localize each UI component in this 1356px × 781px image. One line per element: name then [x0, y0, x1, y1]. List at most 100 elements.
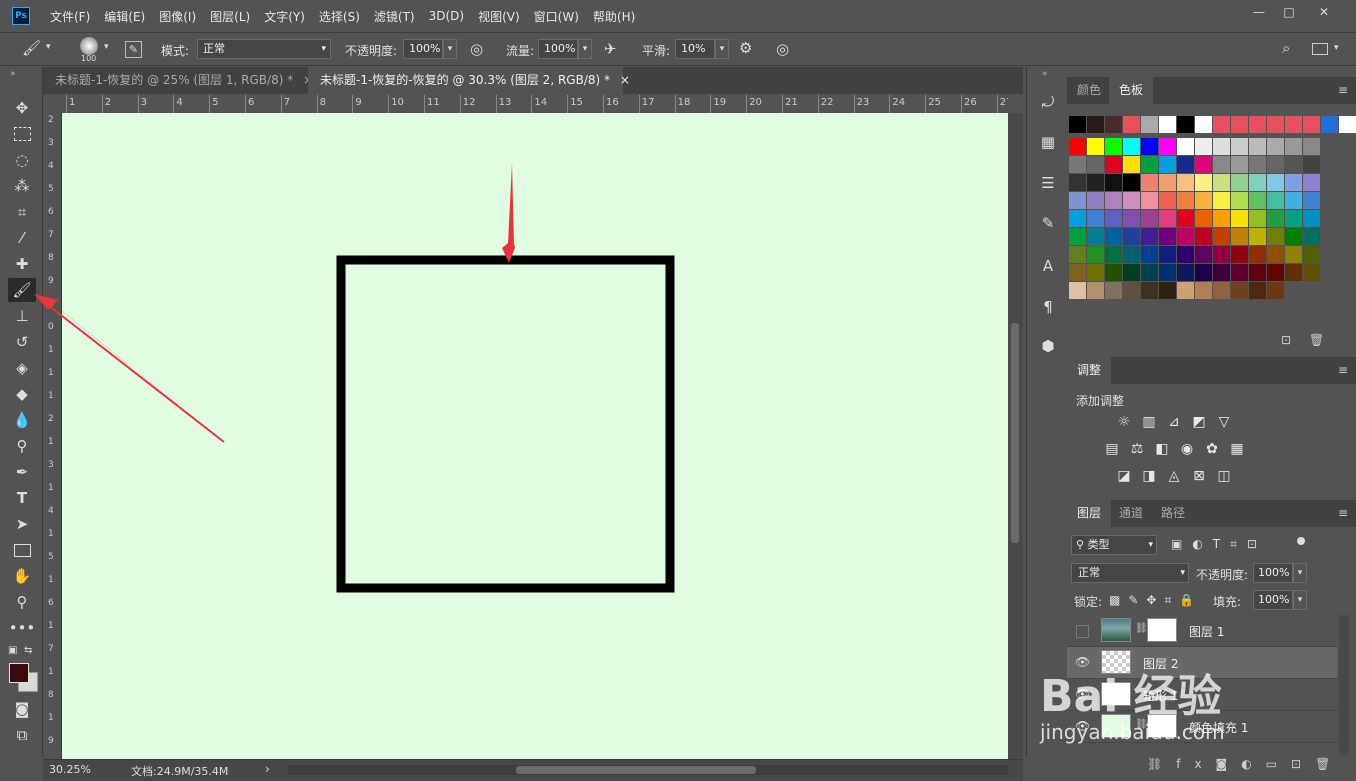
gradient-map-icon[interactable]: ◫: [1213, 468, 1235, 488]
color-swatch[interactable]: [1195, 210, 1212, 227]
color-swatch[interactable]: [1213, 192, 1230, 209]
3d-icon[interactable]: ⬢: [1037, 335, 1059, 357]
opacity-input[interactable]: 100%: [403, 39, 443, 59]
color-swatch[interactable]: [1267, 264, 1284, 281]
color-swatch[interactable]: [1069, 174, 1086, 191]
zoom-level[interactable]: 30.25%: [49, 763, 91, 776]
color-swatch[interactable]: [1069, 264, 1086, 281]
color-swatch[interactable]: [1267, 156, 1284, 173]
eye-icon[interactable]: 👁: [1075, 655, 1090, 669]
color-swatch[interactable]: [1105, 264, 1122, 281]
menu-help[interactable]: 帮助(H): [593, 8, 635, 25]
color-swatch[interactable]: [1141, 228, 1158, 245]
photo-filter-icon[interactable]: ◉: [1176, 441, 1198, 461]
color-swatch[interactable]: [1141, 282, 1158, 299]
hand-icon[interactable]: ✋: [8, 564, 36, 588]
color-swatch[interactable]: [1285, 210, 1302, 227]
trash-icon[interactable]: 🗑: [1309, 333, 1324, 347]
smoothing-input[interactable]: 10%: [675, 39, 715, 59]
maximize-button[interactable]: □: [1275, 4, 1303, 20]
pressure-opacity-icon[interactable]: ◎: [470, 42, 483, 57]
color-swatch[interactable]: [1195, 192, 1212, 209]
color-swatch[interactable]: [1249, 246, 1266, 263]
tab-color[interactable]: 颜色: [1067, 77, 1111, 104]
lock-icons[interactable]: ▩✎✥⌗🔒: [1109, 593, 1202, 608]
tab-swatches[interactable]: 色板: [1109, 77, 1154, 104]
scroll-thumb[interactable]: [1011, 323, 1019, 543]
color-swatch[interactable]: [1177, 282, 1194, 299]
color-swatch[interactable]: [1249, 116, 1266, 133]
menu-type[interactable]: 文字(Y): [264, 8, 305, 25]
color-swatch[interactable]: [1213, 282, 1230, 299]
color-swatch[interactable]: [1069, 138, 1086, 155]
color-swatch[interactable]: [1303, 192, 1320, 209]
color-swatch[interactable]: [1105, 156, 1122, 173]
color-swatch[interactable]: [1105, 116, 1122, 133]
color-swatch[interactable]: [1231, 138, 1248, 155]
tab-layers[interactable]: 图层: [1067, 500, 1112, 527]
layer-opacity-dropdown[interactable]: ▾: [1293, 563, 1307, 583]
color-swatch[interactable]: [1213, 156, 1230, 173]
color-swatch[interactable]: [1213, 228, 1230, 245]
color-swatch[interactable]: [1303, 228, 1320, 245]
color-swatch[interactable]: [1087, 174, 1104, 191]
color-swatch[interactable]: [1105, 210, 1122, 227]
color-swatch[interactable]: [1213, 174, 1230, 191]
color-swatch[interactable]: [1159, 192, 1176, 209]
vertical-scrollbar[interactable]: [1008, 113, 1023, 759]
panel-menu-icon[interactable]: ≡: [1338, 506, 1348, 520]
color-swatch[interactable]: [1303, 116, 1320, 133]
eye-icon[interactable]: 👁: [1075, 719, 1090, 733]
vibrance-icon[interactable]: ▽: [1213, 414, 1235, 434]
color-swatch[interactable]: [1267, 246, 1284, 263]
color-swatch[interactable]: [1249, 156, 1266, 173]
menu-view[interactable]: 视图(V): [478, 8, 520, 25]
color-swatch[interactable]: [1177, 116, 1194, 133]
color-swatch[interactable]: [1285, 228, 1302, 245]
horizontal-scrollbar[interactable]: [288, 765, 1008, 775]
filter-toggle-icon[interactable]: [1297, 537, 1305, 545]
color-swatch[interactable]: [1195, 138, 1212, 155]
menu-select[interactable]: 选择(S): [319, 8, 360, 25]
color-swatch[interactable]: [1177, 156, 1194, 173]
blend-mode-select[interactable]: 正常 ▾: [1071, 563, 1189, 583]
menu-filter[interactable]: 滤镜(T): [374, 8, 415, 25]
color-swatch[interactable]: [1141, 264, 1158, 281]
channel-mixer-icon[interactable]: ✿: [1201, 441, 1223, 461]
color-swatch[interactable]: [1285, 156, 1302, 173]
tab-paths[interactable]: 路径: [1151, 500, 1195, 527]
color-swatch[interactable]: [1267, 174, 1284, 191]
color-swatch[interactable]: [1069, 210, 1086, 227]
color-swatch[interactable]: [1267, 138, 1284, 155]
color-swatch[interactable]: [1159, 264, 1176, 281]
color-swatch[interactable]: [1159, 210, 1176, 227]
color-swatch[interactable]: [1231, 228, 1248, 245]
color-swatch[interactable]: [1177, 138, 1194, 155]
zoom-icon[interactable]: ⚲: [8, 590, 36, 614]
color-swatch[interactable]: [1105, 228, 1122, 245]
tab-document-2[interactable]: 未标题-1-恢复的-恢复的 @ 30.3% (图层 2, RGB/8) * ×: [308, 67, 630, 94]
color-swatch[interactable]: [1069, 282, 1086, 299]
color-swatch[interactable]: [1105, 282, 1122, 299]
swap-colors-icon[interactable]: ⇆: [24, 645, 32, 656]
menu-window[interactable]: 窗口(W): [534, 8, 579, 25]
color-swatch[interactable]: [1159, 228, 1176, 245]
exposure-icon[interactable]: ◩: [1188, 414, 1210, 434]
color-swatch[interactable]: [1159, 282, 1176, 299]
color-swatch[interactable]: [1285, 116, 1302, 133]
color-swatch[interactable]: [1213, 138, 1230, 155]
new-swatch-icon[interactable]: ⊡: [1281, 333, 1291, 347]
curves-icon[interactable]: ⊿: [1163, 414, 1185, 434]
color-swatch[interactable]: [1123, 138, 1140, 155]
color-swatch[interactable]: [1141, 174, 1158, 191]
color-swatch[interactable]: [1249, 138, 1266, 155]
opacity-dropdown[interactable]: ▾: [443, 39, 457, 59]
chevron-down-icon[interactable]: ▾: [1334, 44, 1339, 53]
color-swatch[interactable]: [1069, 192, 1086, 209]
layer-row[interactable]: 👁 矩形 1: [1067, 679, 1337, 711]
color-swatch[interactable]: [1285, 138, 1302, 155]
brush-settings-icon[interactable]: ✎: [1037, 212, 1059, 234]
color-swatch[interactable]: [1231, 246, 1248, 263]
color-swatch[interactable]: [1087, 210, 1104, 227]
color-swatch[interactable]: [1069, 228, 1086, 245]
